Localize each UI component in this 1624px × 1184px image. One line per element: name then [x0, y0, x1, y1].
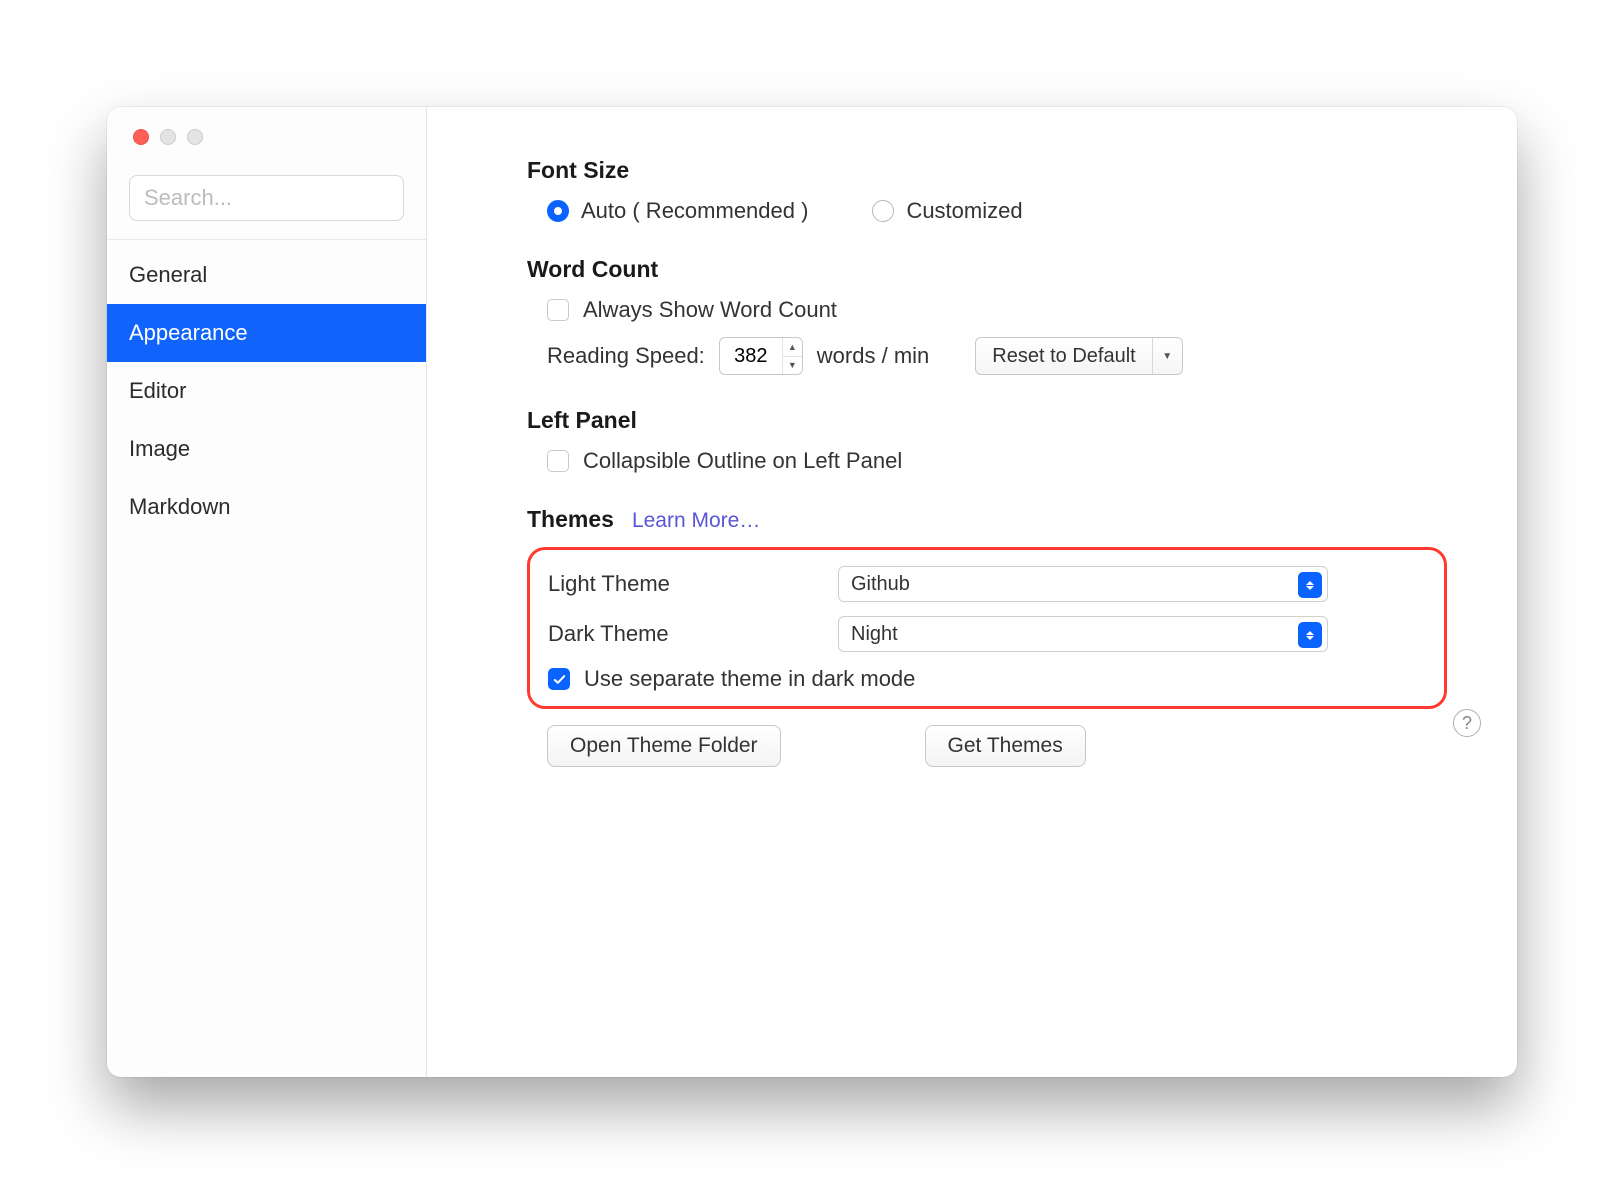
help-icon[interactable]: ?: [1453, 709, 1481, 737]
word-count-title: Word Count: [527, 256, 1447, 283]
light-theme-row: Light Theme Github: [548, 566, 1426, 602]
dark-theme-value: Night: [851, 623, 898, 646]
separate-theme-option[interactable]: Use separate theme in dark mode: [548, 666, 1426, 692]
stepper-buttons: ▲ ▼: [782, 338, 802, 374]
light-theme-value: Github: [851, 573, 910, 596]
sidebar-item-editor[interactable]: Editor: [107, 362, 426, 420]
checkbox-checked-icon: [548, 668, 570, 690]
reading-speed-row: Reading Speed: ▲ ▼ words / min Reset to …: [527, 337, 1447, 375]
always-show-word-count-option[interactable]: Always Show Word Count: [527, 297, 1447, 323]
highlight-annotation: Light Theme Github Dark Theme Night: [527, 547, 1447, 709]
font-size-title: Font Size: [527, 157, 1447, 184]
close-window-button[interactable]: [133, 129, 149, 145]
sidebar: General Appearance Editor Image Markdown: [107, 107, 427, 1077]
themes-title: Themes: [527, 506, 614, 533]
reset-to-default-button[interactable]: Reset to Default ▼: [975, 337, 1182, 375]
reading-speed-input[interactable]: [720, 345, 782, 368]
sidebar-item-general[interactable]: General: [107, 246, 426, 304]
section-left-panel: Left Panel Collapsible Outline on Left P…: [527, 407, 1447, 474]
always-show-word-count-label: Always Show Word Count: [583, 297, 837, 323]
dropdown-caret-icon[interactable]: ▼: [1152, 338, 1182, 374]
dark-theme-label: Dark Theme: [548, 621, 838, 647]
reading-speed-stepper[interactable]: ▲ ▼: [719, 337, 803, 375]
themes-header: Themes Learn More…: [527, 506, 1447, 533]
font-size-auto-label: Auto ( Recommended ): [581, 198, 808, 224]
light-theme-label: Light Theme: [548, 571, 838, 597]
light-theme-select[interactable]: Github: [838, 566, 1328, 602]
search-input[interactable]: [129, 175, 404, 221]
open-theme-folder-button[interactable]: Open Theme Folder: [547, 725, 781, 767]
sidebar-item-appearance[interactable]: Appearance: [107, 304, 426, 362]
section-font-size: Font Size Auto ( Recommended ) Customize…: [527, 157, 1447, 224]
maximize-window-button[interactable]: [187, 129, 203, 145]
minimize-window-button[interactable]: [160, 129, 176, 145]
radio-unselected-icon: [872, 200, 894, 222]
reading-speed-units: words / min: [817, 343, 929, 369]
checkbox-unchecked-icon: [547, 299, 569, 321]
theme-buttons-row: Open Theme Folder Get Themes: [527, 725, 1447, 767]
sidebar-item-image[interactable]: Image: [107, 420, 426, 478]
collapsible-outline-option[interactable]: Collapsible Outline on Left Panel: [527, 448, 1447, 474]
font-size-customized-option[interactable]: Customized: [872, 198, 1022, 224]
stepper-down-icon[interactable]: ▼: [783, 357, 802, 375]
font-size-radio-group: Auto ( Recommended ) Customized: [527, 198, 1447, 224]
collapsible-outline-label: Collapsible Outline on Left Panel: [583, 448, 902, 474]
reset-label: Reset to Default: [976, 338, 1151, 374]
window-controls: [107, 107, 426, 157]
content-panel: Font Size Auto ( Recommended ) Customize…: [427, 107, 1517, 1077]
sidebar-nav: General Appearance Editor Image Markdown: [107, 240, 426, 536]
select-caret-icon: [1298, 622, 1322, 648]
font-size-customized-label: Customized: [906, 198, 1022, 224]
preferences-window: General Appearance Editor Image Markdown…: [107, 107, 1517, 1077]
checkbox-unchecked-icon: [547, 450, 569, 472]
radio-selected-icon: [547, 200, 569, 222]
learn-more-link[interactable]: Learn More…: [632, 509, 760, 533]
left-panel-title: Left Panel: [527, 407, 1447, 434]
stepper-up-icon[interactable]: ▲: [783, 338, 802, 357]
section-word-count: Word Count Always Show Word Count Readin…: [527, 256, 1447, 375]
font-size-auto-option[interactable]: Auto ( Recommended ): [547, 198, 808, 224]
separate-theme-label: Use separate theme in dark mode: [584, 666, 915, 692]
select-caret-icon: [1298, 572, 1322, 598]
get-themes-button[interactable]: Get Themes: [925, 725, 1086, 767]
reading-speed-label: Reading Speed:: [547, 343, 705, 369]
dark-theme-row: Dark Theme Night: [548, 616, 1426, 652]
section-themes: Themes Learn More… Light Theme Github Da…: [527, 506, 1447, 767]
dark-theme-select[interactable]: Night: [838, 616, 1328, 652]
sidebar-item-markdown[interactable]: Markdown: [107, 478, 426, 536]
search-wrap: [107, 157, 426, 240]
